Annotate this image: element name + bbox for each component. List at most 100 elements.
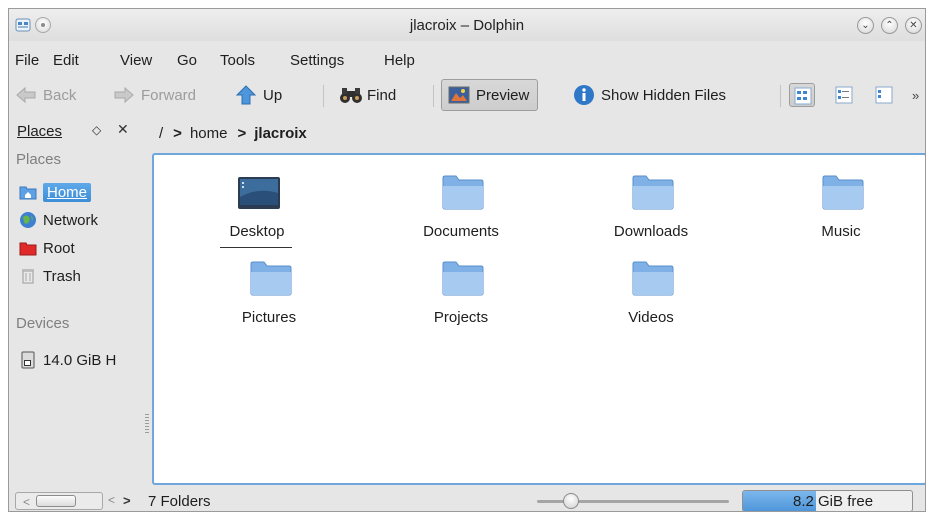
- places-panel-title: Places: [17, 123, 63, 140]
- float-panel-icon[interactable]: ◇: [92, 123, 101, 137]
- back-label: Back: [43, 86, 77, 104]
- menu-file[interactable]: File: [15, 52, 39, 69]
- scroll-back-icon[interactable]: <: [108, 493, 115, 507]
- menu-view[interactable]: View: [120, 52, 152, 69]
- file-name: Downloads: [613, 223, 689, 240]
- scroll-left-icon[interactable]: <: [23, 495, 30, 509]
- breadcrumb-separator[interactable]: >: [173, 125, 182, 142]
- toolbar-separator: [780, 85, 781, 107]
- file-name: Desktop: [229, 223, 285, 240]
- folder-icon: [822, 175, 864, 210]
- place-label: Home: [43, 182, 92, 202]
- folder-icon: [442, 175, 484, 210]
- scrollbar-thumb[interactable]: [36, 495, 76, 507]
- file-item[interactable]: Downloads: [576, 159, 726, 240]
- file-name: Pictures: [241, 309, 297, 326]
- place-trash[interactable]: Trash: [16, 263, 140, 289]
- close-panel-icon[interactable]: ✕: [117, 121, 129, 138]
- file-item[interactable]: Videos: [576, 245, 726, 326]
- preview-image-icon: [448, 84, 470, 106]
- file-item[interactable]: Music: [766, 159, 916, 240]
- file-name: Documents: [423, 223, 499, 240]
- compact-view-button[interactable]: [831, 83, 857, 107]
- binoculars-icon: [339, 84, 362, 106]
- file-name: Music: [821, 223, 861, 240]
- find-button[interactable]: Find: [335, 79, 400, 111]
- back-button[interactable]: Back: [11, 79, 80, 111]
- compact-view-icon: [835, 86, 853, 104]
- toolbar-separator: [433, 85, 434, 107]
- forward-button[interactable]: Forward: [109, 79, 200, 111]
- place-label: Root: [43, 239, 75, 257]
- menu-go[interactable]: Go: [177, 52, 197, 69]
- zoom-slider-handle[interactable]: [563, 493, 580, 509]
- free-space-indicator[interactable]: 8.2 GiB free: [742, 490, 913, 511]
- show-hidden-files-button[interactable]: Show Hidden Files: [569, 79, 730, 111]
- place-root[interactable]: Root: [16, 235, 140, 261]
- icons-view-button[interactable]: [789, 83, 815, 107]
- menu-edit[interactable]: Edit: [53, 52, 79, 69]
- breadcrumb: / > home > jlacroix: [159, 121, 317, 145]
- folder-icon: [442, 261, 484, 296]
- file-item[interactable]: Projects: [386, 245, 536, 326]
- toolbar-separator: [323, 85, 324, 107]
- breadcrumb-current[interactable]: jlacroix: [254, 125, 307, 142]
- menu-settings[interactable]: Settings: [290, 52, 344, 69]
- devices-group-label: Devices: [16, 315, 70, 332]
- toolbar: Back Forward Up Find Preview Show Hidden…: [9, 75, 925, 115]
- up-button[interactable]: Up: [231, 79, 286, 111]
- places-group-label: Places: [16, 151, 62, 168]
- file-name: Projects: [433, 309, 489, 326]
- file-item[interactable]: Documents: [386, 159, 536, 240]
- menu-tools[interactable]: Tools: [220, 52, 255, 69]
- forward-label: Forward: [141, 86, 197, 104]
- status-text: 7 Folders: [148, 493, 211, 510]
- close-button[interactable]: ✕: [905, 17, 922, 34]
- up-label: Up: [263, 86, 283, 104]
- toolbar-overflow-icon[interactable]: »: [912, 88, 919, 103]
- dolphin-window: jlacroix – Dolphin ⌄ ⌃ ✕ File Edit View …: [8, 8, 926, 512]
- find-label: Find: [367, 86, 397, 104]
- up-arrow-icon: [235, 84, 257, 106]
- trash-icon: [19, 267, 37, 285]
- status-bar: < < > 7 Folders 8.2 GiB free: [9, 489, 925, 511]
- preview-button[interactable]: Preview: [441, 79, 539, 111]
- info-icon: [573, 84, 595, 106]
- minimize-button[interactable]: ⌄: [857, 17, 874, 34]
- details-view-icon: [875, 86, 893, 104]
- place-network[interactable]: Network: [16, 207, 140, 233]
- breadcrumb-home[interactable]: home: [190, 125, 228, 142]
- file-item[interactable]: Pictures: [194, 245, 344, 326]
- forward-arrow-icon: [113, 84, 135, 106]
- details-view-button[interactable]: [871, 83, 897, 107]
- maximize-button[interactable]: ⌃: [881, 17, 898, 34]
- place-label: Network: [43, 211, 99, 229]
- places-horizontal-scrollbar[interactable]: <: [15, 492, 103, 510]
- network-icon: [19, 211, 37, 229]
- icons-view-icon: [794, 87, 812, 105]
- file-view[interactable]: Desktop Documents Downloads Music Pictur…: [152, 153, 925, 485]
- preview-label: Preview: [476, 86, 530, 104]
- device-label: 14.0 GiB H: [43, 351, 117, 369]
- breadcrumb-separator[interactable]: >: [237, 125, 246, 142]
- panel-splitter[interactable]: [145, 414, 149, 434]
- window-title: jlacroix – Dolphin: [409, 17, 525, 34]
- place-home[interactable]: Home: [16, 179, 140, 205]
- root-folder-icon: [19, 239, 37, 257]
- file-name: Videos: [628, 309, 674, 326]
- menu-bar: File Edit View Go Tools Settings Help: [9, 46, 925, 72]
- device-hard-drive[interactable]: 14.0 GiB H: [16, 347, 140, 373]
- file-item[interactable]: Desktop: [182, 159, 332, 248]
- home-folder-icon: [19, 183, 37, 201]
- folder-icon: [250, 261, 292, 296]
- zoom-slider[interactable]: [537, 493, 729, 509]
- title-bar[interactable]: jlacroix – Dolphin ⌄ ⌃ ✕: [9, 9, 925, 41]
- show-hidden-files-label: Show Hidden Files: [601, 86, 727, 104]
- folder-icon: [632, 175, 674, 210]
- folder-icon: [632, 261, 674, 296]
- menu-help[interactable]: Help: [384, 52, 415, 69]
- places-panel: Places ◇ ✕ Places Home Network Root Tras…: [9, 117, 143, 489]
- scroll-forward-icon[interactable]: >: [123, 493, 131, 508]
- desktop-folder-icon: [238, 177, 280, 209]
- breadcrumb-root[interactable]: /: [159, 125, 163, 142]
